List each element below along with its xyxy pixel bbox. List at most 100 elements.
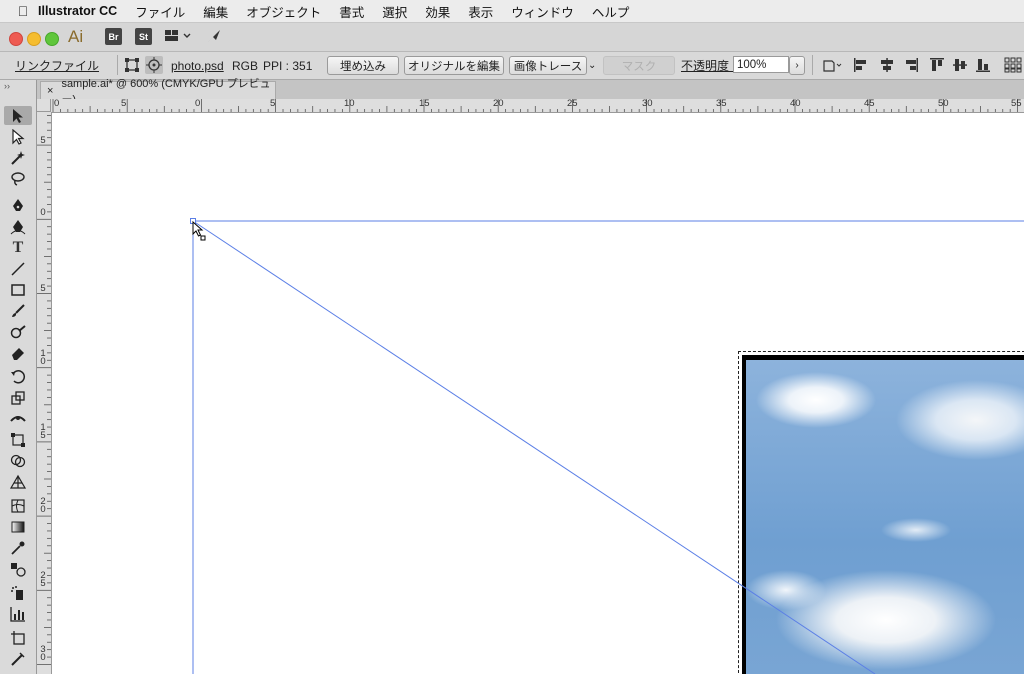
crop-image-icon[interactable]	[124, 57, 140, 73]
document-tab[interactable]: × sample.ai* @ 600% (CMYK/GPU プレビュー)	[40, 78, 276, 106]
apple-menu-icon[interactable]: 	[8, 3, 38, 19]
menu-file[interactable]: ファイル	[135, 2, 185, 21]
ruler-label: 40	[790, 99, 801, 109]
vertical-ruler[interactable]: 5 0 5 10 15 20 25 30	[37, 112, 52, 674]
menu-bar:  Illustrator CC ファイル 編集 オブジェクト 書式 選択 効果…	[0, 0, 1024, 23]
minimize-window-button[interactable]	[27, 32, 41, 46]
arrange-documents-icon[interactable]	[164, 28, 196, 47]
close-tab-icon[interactable]: ×	[47, 85, 53, 97]
ruler-label: 45	[864, 99, 875, 109]
align-bottom-icon[interactable]	[975, 57, 991, 73]
align-left-icon[interactable]	[853, 57, 869, 73]
ruler-label: 15	[40, 422, 46, 441]
symbol-sprayer-tool-icon[interactable]	[4, 583, 32, 602]
shape-builder-tool-icon[interactable]	[4, 451, 32, 470]
ruler-label: 30	[642, 99, 653, 109]
stock-button[interactable]: St	[135, 28, 152, 45]
collapse-panel-icon[interactable]: ››	[4, 81, 10, 91]
ruler-label: 50	[938, 99, 949, 109]
ruler-label: 30	[40, 644, 46, 663]
opacity-label[interactable]: 不透明度 :	[681, 52, 736, 79]
align-panel-grid-icon[interactable]	[1004, 57, 1022, 73]
ruler-label: 0	[54, 99, 60, 109]
free-transform-tool-icon[interactable]	[4, 430, 32, 449]
ruler-label: 5	[40, 283, 46, 294]
gradient-tool-icon[interactable]	[4, 517, 32, 536]
rotate-tool-icon[interactable]	[4, 367, 32, 386]
ruler-label: 10	[344, 99, 355, 109]
bridge-button[interactable]: Br	[105, 28, 122, 45]
tools-panel: ›› T	[0, 80, 37, 674]
ruler-label: 35	[716, 99, 727, 109]
edit-original-button[interactable]: オリジナルを編集	[404, 56, 504, 75]
type-tool-icon[interactable]: T	[4, 238, 32, 257]
menu-select[interactable]: 選択	[382, 2, 407, 21]
ruler-label: 0	[195, 99, 201, 109]
magic-wand-tool-icon[interactable]	[4, 148, 32, 167]
menu-app-name[interactable]: Illustrator CC	[38, 4, 117, 18]
mouse-cursor-icon	[192, 221, 206, 241]
mesh-tool-icon[interactable]	[4, 496, 32, 515]
ruler-label: 5	[40, 135, 46, 146]
ruler-origin[interactable]	[37, 99, 51, 112]
horizontal-ruler[interactable]: 0 5 0 5 10 15 20 25 30 35 40 45 50 55	[51, 99, 1024, 113]
align-vertical-center-icon[interactable]	[952, 57, 968, 73]
pen-tool-icon[interactable]	[4, 196, 32, 215]
close-window-button[interactable]	[9, 32, 23, 46]
width-tool-icon[interactable]	[4, 409, 32, 428]
curvature-tool-icon[interactable]	[4, 217, 32, 236]
selection-overlay	[190, 218, 1024, 674]
menu-object[interactable]: オブジェクト	[246, 2, 321, 21]
paintbrush-tool-icon[interactable]	[4, 301, 32, 320]
menu-window[interactable]: ウィンドウ	[511, 2, 574, 21]
artboard-tool-icon[interactable]	[4, 628, 32, 647]
perspective-grid-tool-icon[interactable]	[4, 472, 32, 491]
ruler-label: 10	[40, 348, 46, 367]
shaper-tool-icon[interactable]	[4, 322, 32, 341]
align-horizontal-center-icon[interactable]	[879, 57, 895, 73]
ruler-label: 25	[567, 99, 578, 109]
divider	[812, 55, 813, 75]
ruler-label: 15	[419, 99, 430, 109]
slice-tool-icon[interactable]	[4, 649, 32, 668]
illustrator-logo: Ai	[68, 27, 84, 46]
eraser-tool-icon[interactable]	[4, 343, 32, 362]
column-graph-tool-icon[interactable]	[4, 604, 32, 623]
mask-button: マスク	[603, 56, 675, 75]
ruler-label: 25	[40, 570, 46, 589]
menu-type[interactable]: 書式	[339, 2, 364, 21]
embed-button[interactable]: 埋め込み	[327, 56, 399, 75]
menu-help[interactable]: ヘルプ	[592, 2, 630, 21]
blend-tool-icon[interactable]	[4, 559, 32, 578]
scale-tool-icon[interactable]	[4, 388, 32, 407]
application-bar: Ai Br St	[0, 23, 1024, 52]
ruler-label: 0	[40, 207, 46, 218]
menu-view[interactable]: 表示	[468, 2, 493, 21]
image-diagonal-line	[192, 220, 876, 674]
divider	[117, 55, 118, 75]
ruler-label: 20	[493, 99, 504, 109]
opacity-input[interactable]: 100%	[733, 56, 789, 73]
eyedropper-tool-icon[interactable]	[4, 538, 32, 557]
reference-point-icon[interactable]	[145, 56, 163, 74]
selection-tool-icon[interactable]	[4, 106, 32, 125]
zoom-window-button[interactable]	[45, 32, 59, 46]
rectangle-tool-icon[interactable]	[4, 280, 32, 299]
menu-edit[interactable]: 編集	[203, 2, 228, 21]
lasso-tool-icon[interactable]	[4, 169, 32, 188]
align-top-icon[interactable]	[929, 57, 945, 73]
artboard-canvas[interactable]	[52, 113, 1024, 674]
align-right-icon[interactable]	[903, 57, 919, 73]
transform-options-icon[interactable]	[822, 57, 842, 73]
ruler-label: 5	[121, 99, 127, 109]
gpu-performance-icon[interactable]	[206, 28, 224, 47]
ruler-label: 20	[40, 496, 46, 515]
line-segment-tool-icon[interactable]	[4, 259, 32, 278]
direct-selection-tool-icon[interactable]	[4, 127, 32, 146]
opacity-arrow-button[interactable]: ›	[789, 56, 805, 75]
image-trace-presets-chevron-icon[interactable]: ⌄	[588, 52, 596, 79]
image-trace-button[interactable]: 画像トレース	[509, 56, 587, 75]
ruler-label: 5	[270, 99, 276, 109]
document-tab-bar: × sample.ai* @ 600% (CMYK/GPU プレビュー)	[37, 78, 1024, 106]
menu-effect[interactable]: 効果	[425, 2, 450, 21]
